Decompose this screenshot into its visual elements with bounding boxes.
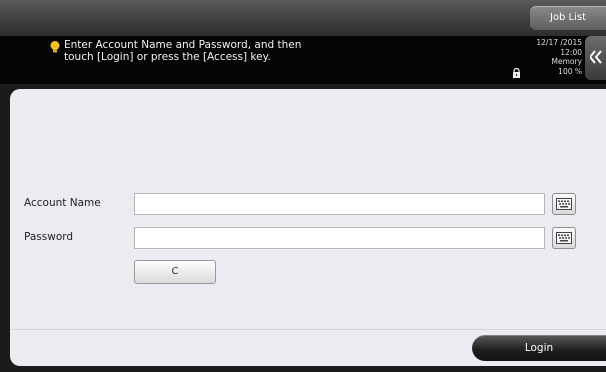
back-button[interactable] [585,36,606,80]
message-line-1: Enter Account Name and Password, and the… [64,39,302,51]
password-keyboard-button[interactable] [552,227,576,249]
memory-value: 100 % [558,66,582,76]
login-button[interactable]: Login [472,335,606,361]
time-label: 12:00 [560,47,582,57]
keyboard-icon [556,232,572,244]
top-strip [0,0,606,36]
clear-button[interactable]: C [134,260,216,284]
lightbulb-icon [50,41,60,53]
bottom-divider [10,329,606,330]
account-name-label: Account Name [24,197,101,209]
job-list-button[interactable]: Job List [530,6,606,30]
message-text: Enter Account Name and Password, and the… [64,39,424,63]
keyboard-icon [556,198,572,210]
back-arrow-icon [590,50,602,64]
memory-label: Memory [551,57,582,66]
date-label: 12/17 /2015 [536,38,582,47]
password-label: Password [24,231,74,243]
account-name-field[interactable] [134,193,545,215]
message-line-2: touch [Login] or press the [Access] key. [64,51,271,63]
account-name-keyboard-button[interactable] [552,193,576,215]
lock-icon [513,68,520,78]
status-area: 12/17 /2015 12:00 Memory 100 % [520,38,582,76]
password-field[interactable] [134,227,545,249]
